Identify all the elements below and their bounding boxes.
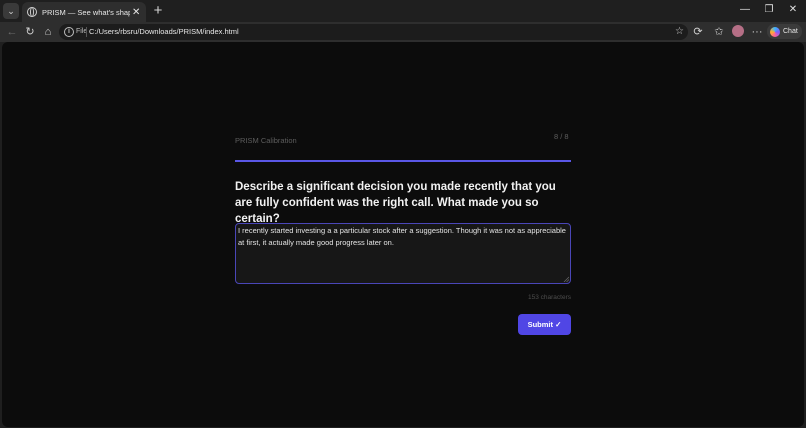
submit-button[interactable]: Submit ✓ bbox=[518, 314, 571, 335]
progress-bar bbox=[235, 160, 571, 162]
refresh-icon[interactable]: ↻ bbox=[22, 24, 38, 40]
more-options-icon[interactable]: ··· bbox=[749, 24, 765, 40]
tab-actions-menu-button[interactable]: ⌄ bbox=[3, 3, 19, 19]
home-icon[interactable]: ⌂ bbox=[40, 24, 56, 40]
progress-bar-fill bbox=[235, 160, 571, 162]
browser-toolbar: ← ↻ ⌂ i File C:/Users/rbsru/Downloads/PR… bbox=[0, 22, 806, 42]
answer-textarea[interactable]: I recently started investing a a particu… bbox=[235, 223, 571, 284]
favorites-icon[interactable]: ✩ bbox=[711, 24, 727, 40]
question-text: Describe a significant decision you made… bbox=[235, 181, 556, 225]
page-viewport: PRISM Calibration 8 / 8 Describe a signi… bbox=[2, 42, 804, 427]
tab-strip: ⌄ PRISM — See what's shaping your ✕ + — … bbox=[0, 0, 806, 22]
new-tab-button[interactable]: + bbox=[150, 3, 166, 19]
back-arrow-icon[interactable]: ← bbox=[4, 24, 20, 40]
tab-title: PRISM — See what's shaping your bbox=[42, 7, 131, 17]
character-count: 153 characters bbox=[528, 294, 571, 301]
window-close-button[interactable]: ✕ bbox=[781, 3, 805, 17]
address-divider bbox=[86, 27, 87, 37]
tab-close-icon[interactable]: ✕ bbox=[130, 7, 142, 18]
address-url[interactable]: C:/Users/rbsru/Downloads/PRISM/index.htm… bbox=[89, 26, 239, 38]
address-bar[interactable]: i File C:/Users/rbsru/Downloads/PRISM/in… bbox=[59, 24, 688, 40]
chevron-down-icon: ⌄ bbox=[7, 5, 15, 16]
globe-icon bbox=[27, 7, 37, 17]
window-restore-button[interactable]: ❐ bbox=[757, 3, 781, 17]
favorite-star-icon[interactable]: ☆ bbox=[675, 26, 684, 38]
copilot-icon bbox=[770, 26, 780, 37]
progress-counter: 8 / 8 bbox=[554, 132, 569, 141]
chat-label: Chat bbox=[783, 28, 798, 35]
copilot-chat-button[interactable]: Chat bbox=[767, 24, 802, 39]
profile-avatar[interactable] bbox=[732, 25, 744, 37]
resize-grip-icon[interactable] bbox=[563, 276, 569, 282]
info-icon[interactable]: i bbox=[64, 27, 74, 37]
calibration-title: PRISM Calibration bbox=[235, 136, 297, 145]
browser-tab-active[interactable]: PRISM — See what's shaping your ✕ bbox=[22, 2, 146, 22]
window-minimize-button[interactable]: — bbox=[733, 3, 757, 17]
extensions-icon[interactable]: ⟳ bbox=[690, 24, 706, 40]
